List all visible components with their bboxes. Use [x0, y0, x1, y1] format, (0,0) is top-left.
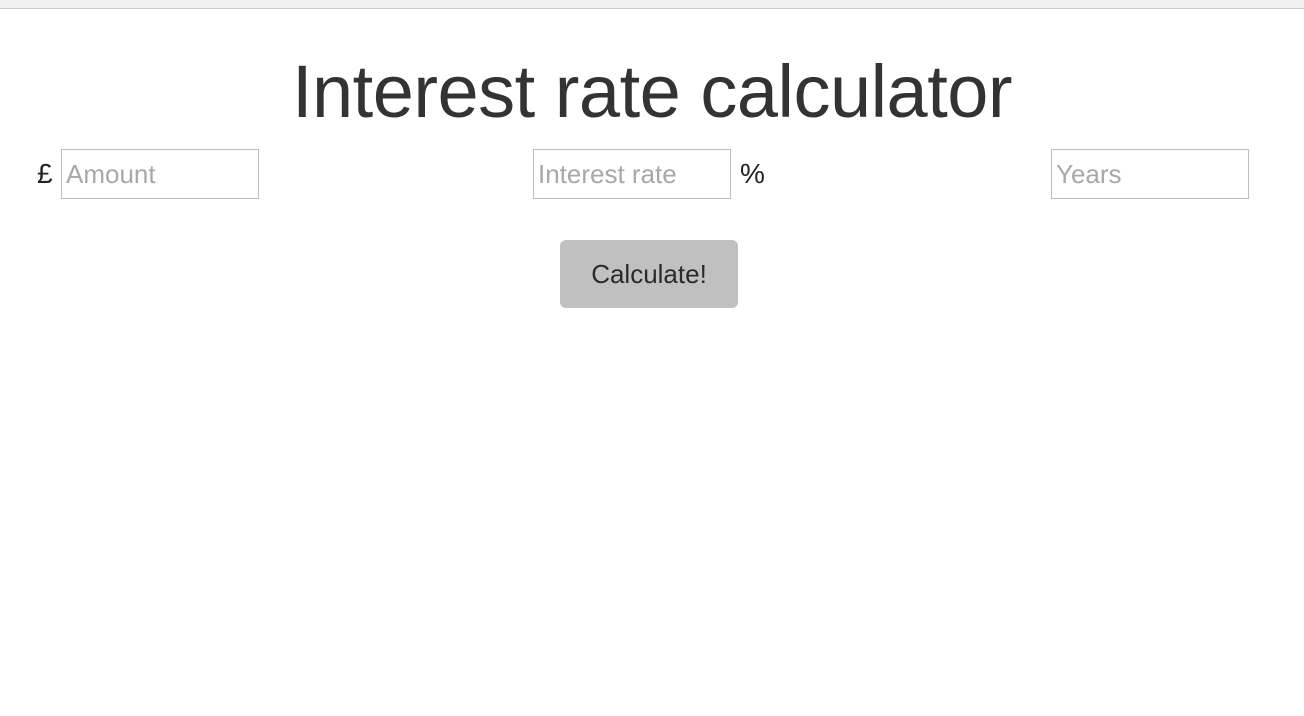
amount-input[interactable] [61, 149, 259, 199]
browser-top-bar [0, 0, 1304, 9]
page-title: Interest rate calculator [291, 50, 1013, 133]
currency-symbol: £ [37, 158, 53, 189]
years-input[interactable] [1051, 149, 1249, 199]
interest-rate-input[interactable] [533, 149, 731, 199]
calculate-button[interactable]: Calculate! [560, 240, 738, 308]
percent-symbol: % [740, 158, 765, 189]
